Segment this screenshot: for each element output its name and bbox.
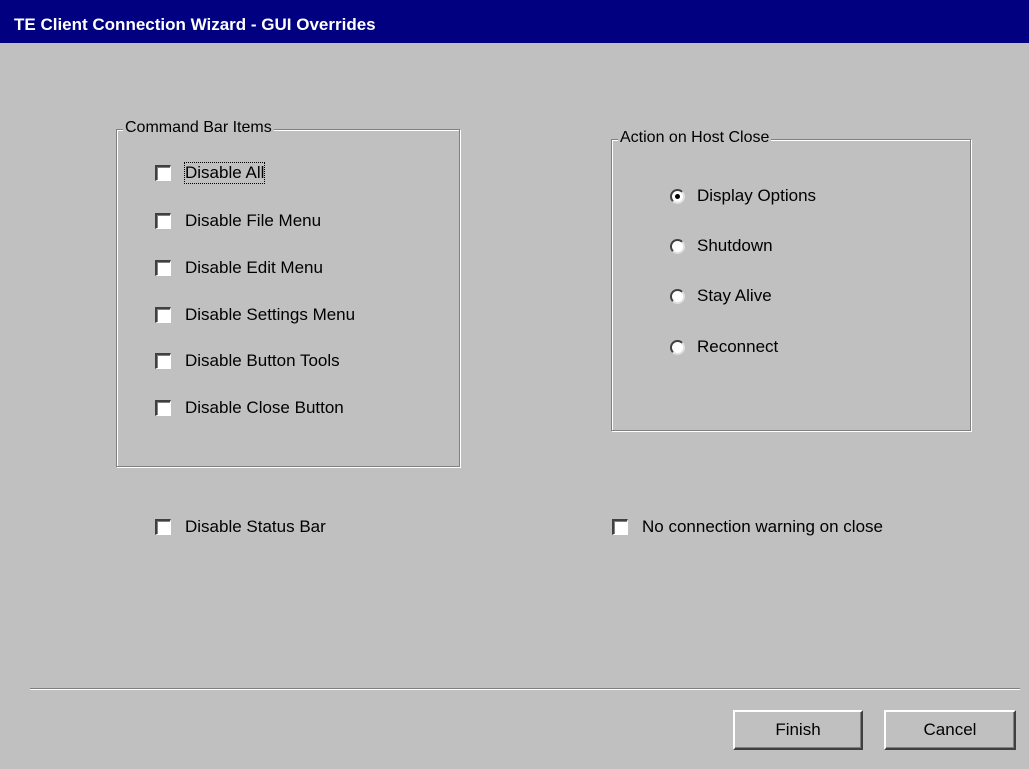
reconnect-radio[interactable]: Reconnect	[670, 337, 778, 357]
radio-label: Display Options	[697, 186, 817, 205]
radio-dot[interactable]	[670, 339, 685, 355]
finish-button[interactable]: Finish	[733, 710, 863, 750]
checkbox-box[interactable]	[155, 165, 171, 181]
radio-label: Reconnect	[697, 337, 779, 356]
disable-status-bar-checkbox[interactable]: Disable Status Bar	[155, 517, 326, 537]
window-title-bar: TE Client Connection Wizard - GUI Overri…	[0, 0, 1029, 43]
checkbox-label: Disable File Menu	[185, 211, 322, 230]
checkbox-label: No connection warning on close	[642, 517, 883, 536]
checkbox-box[interactable]	[155, 213, 171, 229]
shutdown-radio[interactable]: Shutdown	[670, 236, 773, 256]
action-on-host-close-group: Action on Host Close	[611, 129, 971, 431]
radio-label: Shutdown	[697, 236, 773, 255]
separator-line	[30, 688, 1020, 690]
radio-dot[interactable]	[670, 288, 685, 304]
stay-alive-radio[interactable]: Stay Alive	[670, 286, 772, 306]
checkbox-box[interactable]	[612, 519, 628, 535]
checkbox-box[interactable]	[155, 307, 171, 323]
disable-settings-menu-checkbox[interactable]: Disable Settings Menu	[155, 305, 355, 325]
command-bar-items-title: Command Bar Items	[123, 119, 274, 137]
display-options-radio[interactable]: Display Options	[670, 186, 816, 206]
cancel-button[interactable]: Cancel	[884, 710, 1016, 750]
radio-label: Stay Alive	[697, 286, 772, 305]
checkbox-label: Disable Status Bar	[185, 517, 326, 536]
disable-close-button-checkbox[interactable]: Disable Close Button	[155, 398, 344, 418]
action-on-host-close-title: Action on Host Close	[618, 129, 772, 147]
checkbox-label: Disable Settings Menu	[185, 305, 356, 324]
radio-dot[interactable]	[670, 188, 685, 204]
no-connection-warning-checkbox[interactable]: No connection warning on close	[612, 517, 883, 537]
checkbox-box[interactable]	[155, 400, 171, 416]
disable-file-menu-checkbox[interactable]: Disable File Menu	[155, 211, 321, 231]
checkbox-box[interactable]	[155, 353, 171, 369]
checkbox-label: Disable All	[183, 162, 266, 184]
radio-dot[interactable]	[670, 238, 685, 254]
checkbox-label: Disable Button Tools	[185, 351, 340, 370]
checkbox-box[interactable]	[155, 519, 171, 535]
checkbox-label: Disable Edit Menu	[185, 258, 323, 277]
checkbox-box[interactable]	[155, 260, 171, 276]
disable-edit-menu-checkbox[interactable]: Disable Edit Menu	[155, 258, 323, 278]
disable-button-tools-checkbox[interactable]: Disable Button Tools	[155, 351, 340, 371]
checkbox-label: Disable Close Button	[185, 398, 344, 417]
window-title: TE Client Connection Wizard - GUI Overri…	[14, 15, 376, 34]
disable-all-checkbox[interactable]: Disable All	[155, 162, 266, 184]
